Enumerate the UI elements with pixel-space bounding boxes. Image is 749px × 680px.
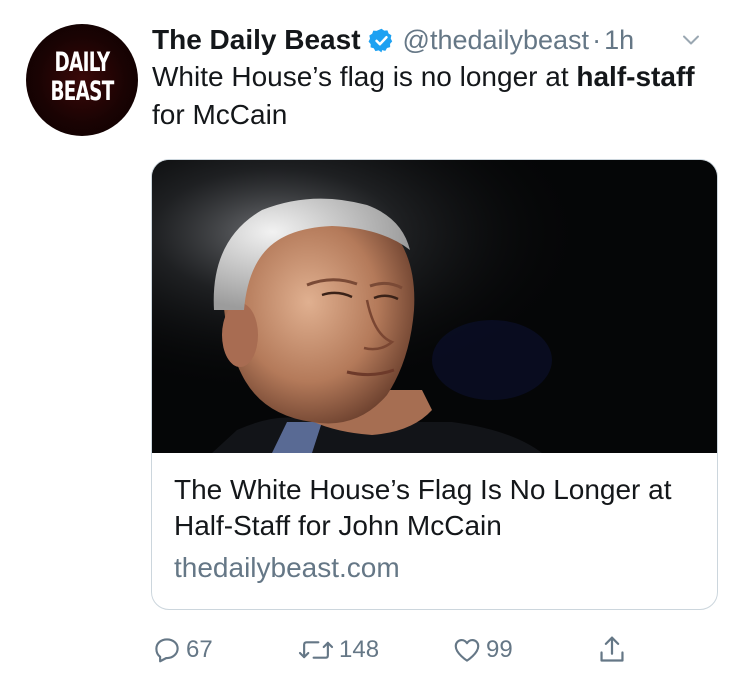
tweet-text-part1: White House’s flag is no longer at	[152, 61, 577, 92]
retweet-icon	[298, 641, 334, 659]
retweet-count: 148	[339, 636, 380, 663]
reply-icon	[155, 638, 179, 663]
verified-badge-icon	[368, 27, 395, 54]
tweet-header: The Daily Beast @thedailybeast · 1h	[152, 20, 725, 60]
tweet-timestamp[interactable]: 1h	[604, 25, 634, 56]
account-name[interactable]: The Daily Beast	[152, 24, 361, 56]
share-icon	[600, 636, 624, 662]
avatar-logo-line1: DAILY	[54, 47, 110, 78]
avatar-logo-line2: BEAST	[50, 76, 114, 107]
separator-dot: ·	[592, 24, 602, 55]
avatar[interactable]: DAILY BEAST	[26, 24, 138, 136]
link-card[interactable]: The White House’s Flag Is No Longer at H…	[151, 159, 718, 610]
card-image[interactable]	[152, 160, 717, 453]
tweet-text: White House’s flag is no longer at half-…	[152, 58, 732, 134]
account-handle[interactable]: @thedailybeast	[403, 25, 590, 56]
reply-button[interactable]: 67	[152, 630, 213, 670]
like-icon	[454, 638, 480, 662]
tweet-actions: 67 148 99	[152, 630, 672, 670]
tweet-text-part2: for McCain	[152, 99, 288, 130]
card-title[interactable]: The White House’s Flag Is No Longer at H…	[174, 472, 694, 544]
tweet-text-bold: half-staff	[576, 61, 695, 92]
like-button[interactable]: 99	[452, 630, 513, 670]
like-count: 99	[486, 636, 513, 663]
card-domain[interactable]: thedailybeast.com	[174, 552, 400, 584]
retweet-button[interactable]: 148	[297, 630, 379, 670]
reply-count: 67	[186, 636, 213, 663]
chevron-down-icon[interactable]	[681, 30, 701, 50]
avatar-logo-text: DAILY BEAST	[44, 48, 120, 106]
share-button[interactable]	[597, 630, 631, 670]
